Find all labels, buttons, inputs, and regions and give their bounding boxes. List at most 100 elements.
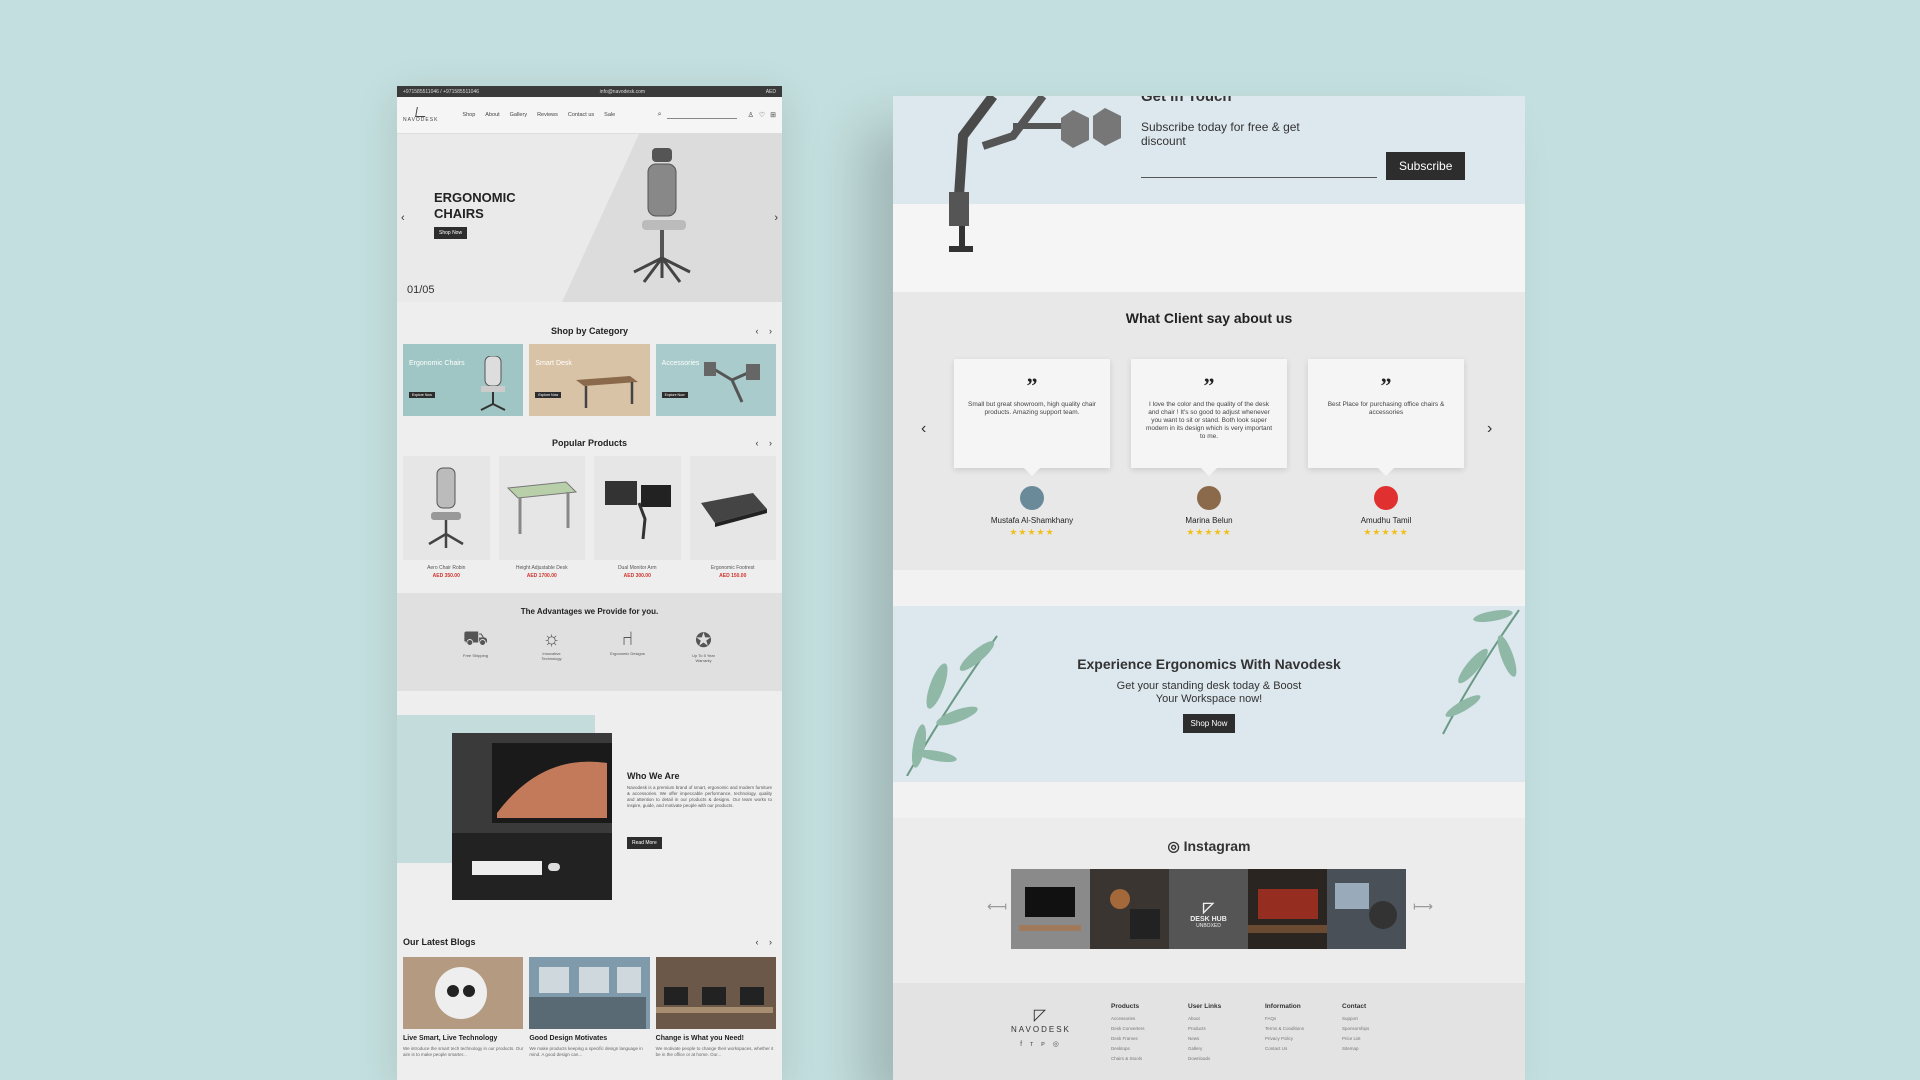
brand-logo[interactable]: NAVODESK: [403, 107, 438, 123]
popular-arrows[interactable]: ‹ ›: [756, 438, 777, 448]
subscribe-button[interactable]: Subscribe: [1386, 152, 1466, 180]
cart-icon[interactable]: ⊞: [770, 111, 776, 119]
heart-icon[interactable]: ♡: [759, 111, 765, 119]
subscribe-title: Get in Touch: [1141, 96, 1232, 105]
social-icons[interactable]: f ᴛ ᴘ ◎: [1011, 1040, 1071, 1048]
category-card-chairs[interactable]: Ergonomic Chairs Explore Now: [403, 344, 524, 416]
reviewer-name: Amudhu Tamil: [1360, 516, 1412, 525]
explore-button[interactable]: Explore Now: [535, 392, 562, 398]
footer-link[interactable]: Sponsorships: [1342, 1026, 1389, 1031]
reviewer-name: Marina Belun: [1185, 516, 1233, 525]
logo-text: NAVODESK: [403, 117, 439, 123]
footer-link[interactable]: Desktops: [1111, 1046, 1158, 1051]
advantages-section: The Advantages we Provide for you. ⛟ Free…: [397, 593, 782, 691]
advantage-item: ☼ Innovative Technology: [534, 628, 570, 663]
instagram-tile[interactable]: [1011, 869, 1090, 949]
instagram-title: Instagram: [1183, 838, 1251, 854]
explore-button[interactable]: Explore Now: [409, 392, 435, 398]
testimonial-text: Small but great showroom, high quality c…: [968, 401, 1096, 416]
tile-caption: UNBOXED: [1196, 923, 1221, 929]
footer-link[interactable]: Contact Us: [1265, 1046, 1312, 1051]
testimonial-card: ” I love the color and the quality of the…: [1131, 359, 1287, 538]
footer-link[interactable]: Products: [1188, 1026, 1235, 1031]
nav-item-reviews[interactable]: Reviews: [537, 112, 558, 118]
instagram-tile[interactable]: ◸ DESK HUB UNBOXED: [1169, 869, 1248, 949]
read-more-button[interactable]: Read More: [627, 837, 662, 849]
instagram-next-arrow[interactable]: ⟼: [1413, 898, 1433, 915]
homepage-mockup-left: +971585511046 / +971585511046 info@navod…: [397, 86, 782, 1080]
advantage-label: Free Shipping: [463, 653, 488, 658]
workspace-blog-image: [655, 957, 776, 1029]
product-price: AED 300.00: [623, 573, 651, 579]
avatar: [1020, 486, 1044, 510]
chair-icon: ⑁: [621, 628, 634, 650]
email-input[interactable]: [1141, 177, 1377, 178]
truck-icon: ⛟: [462, 628, 489, 650]
blog-arrows[interactable]: ‹ ›: [756, 937, 777, 947]
blog-card[interactable]: Good Design Motivates We make products k…: [529, 957, 650, 1058]
search-input[interactable]: [666, 111, 737, 119]
product-card[interactable]: Ergonomic Footrest AED 150.00: [689, 456, 776, 579]
footer-link[interactable]: FAQs: [1265, 1016, 1312, 1021]
experience-shop-button[interactable]: Shop Now: [1182, 714, 1236, 733]
blogs-title: Our Latest Blogs: [403, 937, 476, 947]
product-card[interactable]: Aero Chair Robin AED 350.00: [403, 456, 490, 579]
instagram-icon: ◎: [1167, 838, 1180, 854]
product-card[interactable]: Height Adjustable Desk AED 1700.00: [498, 456, 585, 579]
testimonial-prev-arrow[interactable]: ‹: [921, 420, 926, 438]
footer-link[interactable]: Desk Converters: [1111, 1026, 1158, 1031]
blog-card[interactable]: Live Smart, Live Technology We introduce…: [403, 957, 524, 1058]
desk-product-image: [506, 481, 577, 534]
advantage-label: Innovative Technology: [541, 651, 562, 661]
footer-link[interactable]: Support: [1342, 1016, 1389, 1021]
footrest-product-image: [700, 493, 767, 527]
instagram-prev-arrow[interactable]: ⟻: [987, 898, 1007, 915]
nav-item-shop[interactable]: Shop: [462, 112, 475, 118]
nav-item-gallery[interactable]: Gallery: [510, 112, 527, 118]
nav-icons: ⌕ ♙ ♡ ⊞: [658, 111, 776, 119]
footer-link[interactable]: Privacy Policy: [1265, 1036, 1312, 1041]
logo-mark-icon: [414, 107, 427, 117]
blog-card[interactable]: Change is What you Need! We motivate peo…: [655, 957, 776, 1058]
footer-col-title: Information: [1265, 1003, 1301, 1010]
category-label: Accessories: [661, 360, 700, 367]
phone-text: +971585511046 / +971585511046: [403, 88, 480, 95]
nav-item-contact[interactable]: Contact us: [568, 112, 594, 118]
monitor-desk-image: [452, 733, 612, 900]
footer-link[interactable]: Gallery: [1188, 1046, 1235, 1051]
product-card[interactable]: Dual Monitor Arm AED 300.00: [594, 456, 681, 579]
footer-link[interactable]: Sitemap: [1342, 1046, 1389, 1051]
nav-menu: Shop About Gallery Reviews Contact us Sa…: [462, 112, 615, 118]
footer-link[interactable]: About: [1188, 1016, 1235, 1021]
user-icon[interactable]: ♙: [748, 111, 754, 119]
footer-link[interactable]: Chairs & Stools: [1111, 1056, 1158, 1061]
logo-mark-icon: ◸: [1033, 1007, 1049, 1024]
footer-link[interactable]: Accessories: [1111, 1016, 1158, 1021]
explore-button[interactable]: Explore Now: [661, 392, 688, 398]
category-card-desk[interactable]: Smart Desk Explore Now: [529, 344, 650, 416]
footer-link[interactable]: Desk Frames: [1111, 1036, 1158, 1041]
footer-logo[interactable]: ◸ NAVODESK f ᴛ ᴘ ◎: [1011, 1005, 1071, 1048]
footer-link[interactable]: Price List: [1342, 1036, 1389, 1041]
search-icon[interactable]: ⌕: [658, 111, 662, 119]
hero-shop-button[interactable]: Shop Now: [434, 227, 468, 239]
instagram-tile[interactable]: [1090, 869, 1169, 949]
product-name: Dual Monitor Arm: [617, 565, 657, 571]
hero-prev-arrow[interactable]: ‹: [401, 212, 405, 224]
nav-item-about[interactable]: About: [485, 112, 499, 118]
email-text[interactable]: info@navodesk.com: [600, 89, 645, 95]
footer-link[interactable]: Terms & Conditions: [1265, 1026, 1312, 1031]
category-arrows[interactable]: ‹ ›: [756, 326, 777, 336]
quote-icon: ”: [1203, 373, 1215, 398]
instagram-tile[interactable]: [1248, 869, 1327, 949]
hero-next-arrow[interactable]: ›: [774, 212, 778, 224]
currency-selector[interactable]: AED: [766, 89, 776, 95]
product-name: Ergonomic Footrest: [710, 565, 755, 571]
footer-link[interactable]: News: [1188, 1036, 1235, 1041]
nav-item-sale[interactable]: Sale: [604, 112, 615, 118]
category-card-accessories[interactable]: Accessories Explore Now: [655, 344, 776, 416]
instagram-tile[interactable]: [1327, 869, 1406, 949]
testimonial-next-arrow[interactable]: ›: [1487, 420, 1492, 438]
footer-link[interactable]: Downloads: [1188, 1056, 1235, 1061]
product-name: Height Adjustable Desk: [515, 565, 568, 571]
